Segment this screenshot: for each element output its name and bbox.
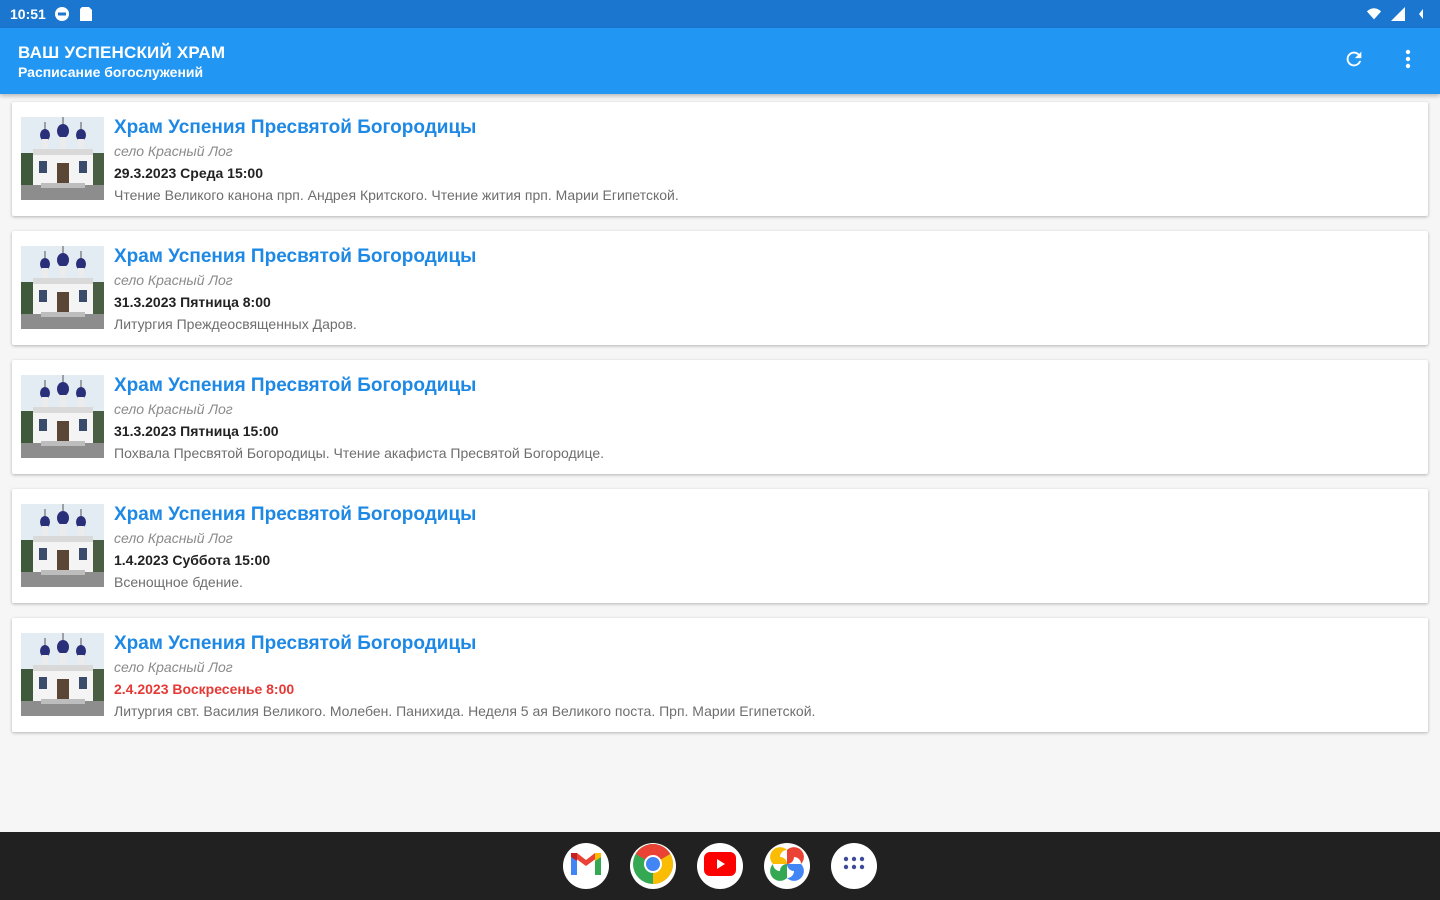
more-vert-icon [1404,48,1412,75]
service-date: 1.4.2023 Суббота 15:00 [114,552,271,568]
church-name[interactable]: Храм Успения Пресвятой Богородицы [114,245,1418,269]
app-bar: ВАШ УСПЕНСКИЙ ХРАМ Расписание богослужен… [0,28,1440,94]
church-location: село Красный Лог [114,659,233,675]
app-title: ВАШ УСПЕНСКИЙ ХРАМ [18,42,226,62]
church-location: село Красный Лог [114,272,233,288]
church-photo [21,633,104,716]
church-photo [21,375,104,458]
gmail-icon [569,851,603,882]
app-drawer-icon [843,856,865,877]
schedule-item[interactable]: Храм Успения Пресвятой Богородицы село К… [12,102,1428,216]
service-description: Всенощное бдение. [114,574,243,590]
service-date: 29.3.2023 Среда 15:00 [114,165,263,181]
app-drawer-button[interactable] [831,843,877,889]
church-name[interactable]: Храм Успения Пресвятой Богородицы [114,116,1418,140]
schedule-item-text: Храм Успения Пресвятой Богородицы село К… [114,632,1418,722]
church-name[interactable]: Храм Успения Пресвятой Богородицы [114,632,1418,656]
chrome-app[interactable] [630,843,676,889]
schedule-item-text: Храм Успения Пресвятой Богородицы село К… [114,374,1418,464]
schedule-item[interactable]: Храм Успения Пресвятой Богородицы село К… [12,618,1428,732]
schedule-item[interactable]: Храм Успения Пресвятой Богородицы село К… [12,360,1428,474]
notification-icon [54,6,70,22]
church-photo [21,504,104,587]
app-subtitle: Расписание богослужений [18,63,204,80]
signal-icon [1390,6,1406,22]
taskbar-dock [0,832,1440,900]
wifi-icon [1366,6,1382,22]
church-name[interactable]: Храм Успения Пресвятой Богородицы [114,503,1418,527]
service-description: Литургия свт. Василия Великого. Молебен.… [114,703,816,719]
battery-icon [1414,6,1430,22]
status-bar: 10:51 [0,0,1440,28]
status-right [1366,6,1430,22]
church-name[interactable]: Храм Успения Пресвятой Богородицы [114,374,1418,398]
church-location: село Красный Лог [114,143,233,159]
church-location: село Красный Лог [114,401,233,417]
service-date: 31.3.2023 Пятница 15:00 [114,423,279,439]
app-screen: 10:51 ВАШ УСПЕНСКИЙ ХРАМ Расписание бого… [0,0,1440,900]
service-date: 31.3.2023 Пятница 8:00 [114,294,271,310]
refresh-icon [1343,48,1365,75]
status-left: 10:51 [10,6,94,22]
service-description: Литургия Преждеосвященных Даров. [114,316,357,332]
schedule-item-text: Храм Успения Пресвятой Богородицы село К… [114,503,1418,593]
status-time: 10:51 [10,6,46,22]
schedule-item-text: Храм Успения Пресвятой Богородицы село К… [114,245,1418,335]
chrome-icon [631,842,675,891]
schedule-item[interactable]: Храм Успения Пресвятой Богородицы село К… [12,489,1428,603]
app-titles: ВАШ УСПЕНСКИЙ ХРАМ Расписание богослужен… [18,42,225,81]
schedule-list[interactable]: Храм Успения Пресвятой Богородицы село К… [0,94,1440,832]
church-location: село Красный Лог [114,530,233,546]
church-photo [21,117,104,200]
gmail-app[interactable] [563,843,609,889]
service-date: 2.4.2023 Воскресенье 8:00 [114,681,295,697]
more-options-button[interactable] [1390,43,1426,79]
app-actions [1336,43,1426,79]
service-description: Чтение Великого канона прп. Андрея Критс… [114,187,679,203]
church-photo [21,246,104,329]
sim-card-icon [78,6,94,22]
schedule-item[interactable]: Храм Успения Пресвятой Богородицы село К… [12,231,1428,345]
youtube-icon [704,851,736,881]
photos-app[interactable] [764,843,810,889]
service-description: Похвала Пресвятой Богородицы. Чтение ака… [114,445,604,461]
refresh-button[interactable] [1336,43,1372,79]
schedule-item-text: Храм Успения Пресвятой Богородицы село К… [114,116,1418,206]
youtube-app[interactable] [697,843,743,889]
photos-icon [769,846,805,887]
